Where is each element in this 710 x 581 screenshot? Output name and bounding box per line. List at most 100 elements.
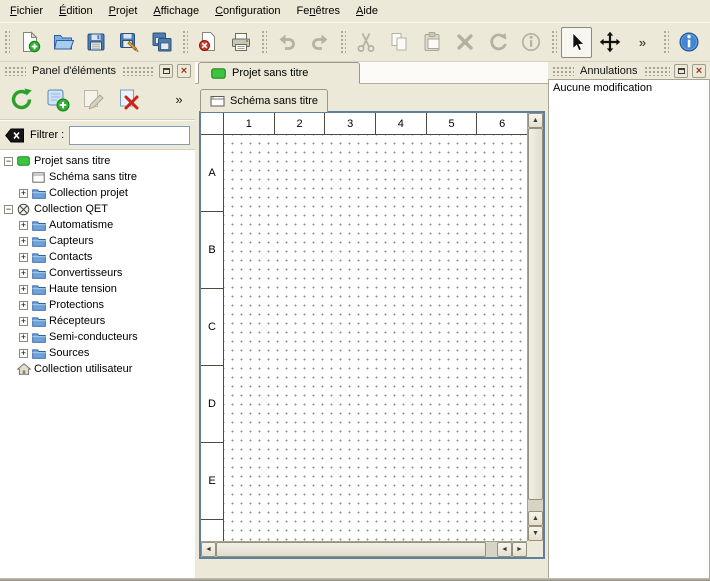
toolbar-grip[interactable] <box>339 29 346 55</box>
undo-list-item[interactable]: Aucune modification <box>549 80 709 96</box>
tree-expander-icon[interactable]: + <box>19 221 28 230</box>
tree-expander-icon[interactable]: − <box>4 205 13 214</box>
delete-element-button[interactable] <box>116 86 143 113</box>
tree-item[interactable]: + Sources <box>0 345 195 361</box>
tree-expander-icon[interactable]: + <box>19 349 28 358</box>
reload-collections-button[interactable] <box>8 86 35 113</box>
tree-expander-icon[interactable]: + <box>19 237 28 246</box>
tree-item[interactable]: + Protections <box>0 297 195 313</box>
close-icon: × <box>696 66 702 76</box>
menu-item[interactable]: Affichage <box>145 0 207 22</box>
horizontal-scrollbar[interactable]: ◄ ◄ ► <box>201 541 527 557</box>
tree-item[interactable]: + Semi-conducteurs <box>0 329 195 345</box>
undo-panel-close-button[interactable]: × <box>692 64 706 78</box>
scroll-left-button[interactable]: ◄ <box>201 542 216 557</box>
tree-item[interactable]: − Collection QET <box>0 201 195 217</box>
delete-button[interactable] <box>449 27 480 58</box>
menu-item[interactable]: Aide <box>348 0 386 22</box>
tab-project[interactable]: Projet sans titre <box>198 62 360 84</box>
tree-expander-icon[interactable]: + <box>19 285 28 294</box>
move-mode-button[interactable] <box>594 27 625 58</box>
vertical-scroll-track[interactable] <box>528 128 543 511</box>
save-button[interactable] <box>80 27 111 58</box>
tree-item[interactable]: Collection utilisateur <box>0 361 195 377</box>
elements-panel-float-button[interactable] <box>159 64 173 78</box>
elements-panel-titlebar[interactable]: Panel d'éléments × <box>0 62 195 79</box>
home-icon <box>16 363 31 375</box>
save-icon <box>85 31 107 53</box>
float-icon <box>163 68 170 74</box>
tab-schema[interactable]: Schéma sans titre <box>200 89 328 112</box>
tree-item[interactable]: + Récepteurs <box>0 313 195 329</box>
toolbar-grip[interactable] <box>260 29 267 55</box>
scroll-up-button-2[interactable]: ▲ <box>528 511 543 526</box>
tree-item[interactable]: + Convertisseurs <box>0 265 195 281</box>
filter-input[interactable] <box>69 126 190 145</box>
close-file-button[interactable] <box>192 27 223 58</box>
tree-item[interactable]: + Automatisme <box>0 217 195 233</box>
toolbar-grip[interactable] <box>550 29 557 55</box>
element-info-button[interactable] <box>515 27 546 58</box>
print-button[interactable] <box>225 27 256 58</box>
tree-item-label: Collection utilisateur <box>34 363 132 375</box>
save-all-icon <box>151 31 173 53</box>
tree-item[interactable]: − Projet sans titre <box>0 153 195 169</box>
about-button[interactable] <box>673 27 704 58</box>
tree-expander-icon[interactable]: + <box>19 269 28 278</box>
menu-item[interactable]: Fenêtres <box>289 0 348 22</box>
menu-item[interactable]: Fichier <box>2 0 51 22</box>
tree-expander-icon[interactable]: − <box>4 157 13 166</box>
tree-item[interactable]: Schéma sans titre <box>0 169 195 185</box>
paste-button[interactable] <box>416 27 447 58</box>
tree-item[interactable]: + Haute tension <box>0 281 195 297</box>
select-mode-button[interactable] <box>561 27 592 58</box>
elements-toolbar-overflow-button[interactable]: » <box>171 86 187 113</box>
menu-label: F <box>10 5 17 17</box>
left-arrow-icon: ◄ <box>501 546 508 553</box>
scrollbar-corner <box>527 541 543 557</box>
edit-element-button[interactable] <box>80 86 107 113</box>
vertical-scrollbar[interactable]: ▲ ▲ ▼ <box>527 113 543 541</box>
elements-panel-close-button[interactable]: × <box>177 64 191 78</box>
undo-panel-titlebar[interactable]: Annulations × <box>548 62 710 79</box>
tree-item[interactable]: + Collection projet <box>0 185 195 201</box>
undo-button[interactable] <box>271 27 302 58</box>
menu-item[interactable]: Édition <box>51 0 101 22</box>
tree-expander-icon[interactable]: + <box>19 317 28 326</box>
menu-item[interactable]: Configuration <box>207 0 288 22</box>
scroll-down-button[interactable]: ▼ <box>528 526 543 541</box>
clear-filter-icon[interactable] <box>5 128 25 143</box>
new-file-button[interactable] <box>14 27 45 58</box>
menu-label: P <box>109 5 116 17</box>
copy-button[interactable] <box>383 27 414 58</box>
scroll-up-button[interactable]: ▲ <box>528 113 543 128</box>
menu-item[interactable]: Projet <box>101 0 146 22</box>
schema-grid-canvas[interactable] <box>224 135 527 541</box>
tree-expander-icon[interactable]: + <box>19 253 28 262</box>
vertical-scroll-thumb[interactable] <box>528 128 543 500</box>
horizontal-scroll-track[interactable] <box>216 542 497 557</box>
toolbar-grip[interactable] <box>662 29 669 55</box>
cut-button[interactable] <box>350 27 381 58</box>
save-all-button[interactable] <box>146 27 177 58</box>
toolbar-grip[interactable] <box>3 29 10 55</box>
toolbar-overflow-button[interactable]: » <box>627 27 658 58</box>
tree-item[interactable]: + Capteurs <box>0 233 195 249</box>
schema-view[interactable]: 123456 ABCDE <box>201 113 527 541</box>
redo-button[interactable] <box>304 27 335 58</box>
horizontal-scroll-thumb[interactable] <box>216 542 486 557</box>
save-as-button[interactable] <box>113 27 144 58</box>
undo-panel-float-button[interactable] <box>674 64 688 78</box>
new-element-button[interactable] <box>44 86 71 113</box>
scroll-right-button[interactable]: ► <box>512 542 527 557</box>
tree-expander-icon[interactable]: + <box>19 301 28 310</box>
rotate-button[interactable] <box>482 27 513 58</box>
about-info-icon <box>678 31 700 53</box>
toolbar-grip[interactable] <box>181 29 188 55</box>
tree-item-label: Projet sans titre <box>34 155 110 167</box>
scroll-left-button-2[interactable]: ◄ <box>497 542 512 557</box>
open-file-button[interactable] <box>47 27 78 58</box>
tree-expander-icon[interactable]: + <box>19 333 28 342</box>
tree-item[interactable]: + Contacts <box>0 249 195 265</box>
tree-expander-icon[interactable]: + <box>19 189 28 198</box>
